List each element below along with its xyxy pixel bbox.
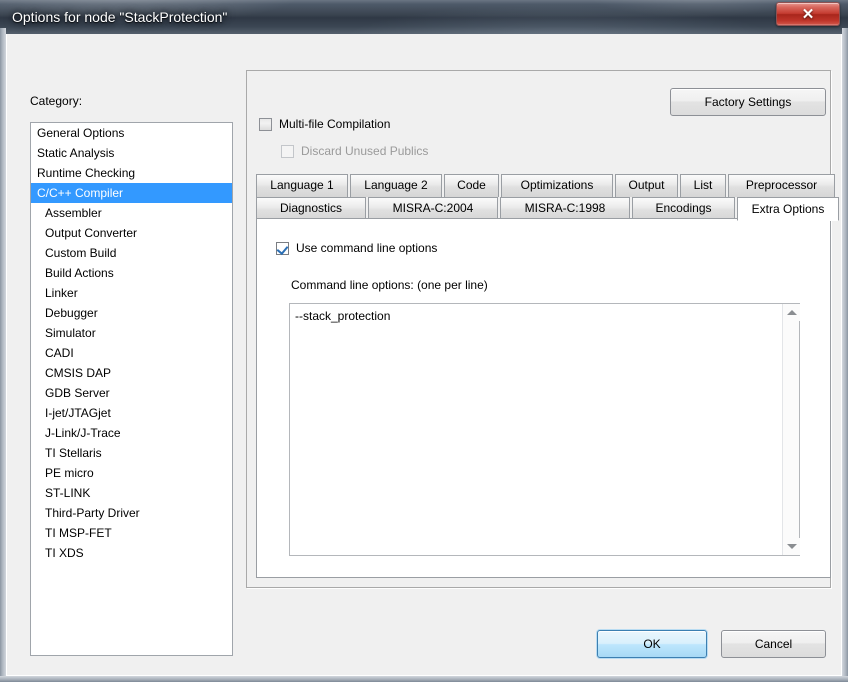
window-title: Options for node "StackProtection" <box>12 9 228 25</box>
tab-language-1[interactable]: Language 1 <box>256 174 348 197</box>
category-item[interactable]: Linker <box>31 283 232 303</box>
tab-language-2[interactable]: Language 2 <box>350 174 442 197</box>
category-item[interactable]: Debugger <box>31 303 232 323</box>
tab-extra-options[interactable]: Extra Options <box>737 197 839 221</box>
use-command-line-options-label: Use command line options <box>296 241 438 255</box>
tab-row-1: Language 1 Language 2 Code Optimizations Out… <box>256 174 837 197</box>
command-line-options-label: Command line options: (one per line) <box>291 278 488 292</box>
tab-output[interactable]: Output <box>615 174 678 197</box>
checkbox-box <box>281 144 294 158</box>
category-item[interactable]: Third-Party Driver <box>31 503 232 523</box>
category-item[interactable]: CADI <box>31 343 232 363</box>
discard-unused-publics-label: Discard Unused Publics <box>301 144 429 158</box>
category-item[interactable]: TI MSP-FET <box>31 523 232 543</box>
category-item[interactable]: Custom Build <box>31 243 232 263</box>
tab-list[interactable]: List <box>680 174 726 197</box>
tab-optimizations[interactable]: Optimizations <box>501 174 613 197</box>
cancel-button[interactable]: Cancel <box>721 630 826 658</box>
category-item[interactable]: C/C++ Compiler <box>31 183 232 203</box>
category-list[interactable]: General Options Static Analysis Runtime Ch… <box>30 122 233 656</box>
tab-diagnostics[interactable]: Diagnostics <box>256 197 366 220</box>
category-item[interactable]: GDB Server <box>31 383 232 403</box>
tab-row-2: Diagnostics MISRA-C:2004 MISRA-C:1998 Encod… <box>256 197 841 221</box>
close-button[interactable]: ✕ <box>776 2 840 26</box>
tab-misra-c-2004[interactable]: MISRA-C:2004 <box>368 197 498 220</box>
options-dialog: Options for node "StackProtection" ✕ Cat… <box>0 0 848 682</box>
multi-file-compilation-label: Multi-file Compilation <box>279 117 391 131</box>
tab-code[interactable]: Code <box>444 174 499 197</box>
window-frame-bottom <box>0 676 848 682</box>
textarea-scrollbar[interactable] <box>782 304 800 555</box>
category-item[interactable]: CMSIS DAP <box>31 363 232 383</box>
window-titlebar[interactable]: Options for node "StackProtection" ✕ <box>0 0 848 34</box>
category-label: Category: <box>30 94 83 108</box>
category-item[interactable]: Simulator <box>31 323 232 343</box>
multi-file-compilation-checkbox[interactable]: Multi-file Compilation <box>259 117 390 131</box>
scroll-up-button[interactable] <box>783 304 800 321</box>
command-line-options-textarea[interactable]: --stack_protection <box>289 303 800 556</box>
category-item[interactable]: Output Converter <box>31 223 232 243</box>
tab-encodings[interactable]: Encodings <box>632 197 735 220</box>
category-item[interactable]: Assembler <box>31 203 232 223</box>
close-icon: ✕ <box>801 5 815 23</box>
category-item[interactable]: PE micro <box>31 463 232 483</box>
window-frame-right <box>842 28 848 682</box>
category-item[interactable]: Runtime Checking <box>31 163 232 183</box>
compiler-tab-strip: Language 1 Language 2 Code Optimizations Out… <box>256 174 839 221</box>
category-item[interactable]: TI Stellaris <box>31 443 232 463</box>
discard-unused-publics-checkbox: Discard Unused Publics <box>281 144 428 158</box>
command-line-options-value: --stack_protection <box>295 309 391 323</box>
category-item[interactable]: I-jet/JTAGjet <box>31 403 232 423</box>
scroll-down-button[interactable] <box>783 538 800 555</box>
tab-misra-c-1998[interactable]: MISRA-C:1998 <box>500 197 630 220</box>
triangle-down-icon <box>786 544 797 549</box>
tab-preprocessor[interactable]: Preprocessor <box>728 174 835 197</box>
checkbox-box <box>259 117 272 131</box>
checkbox-box-checked <box>276 241 289 255</box>
category-item[interactable]: TI XDS <box>31 543 232 563</box>
ok-button[interactable]: OK <box>597 630 707 658</box>
factory-settings-button[interactable]: Factory Settings <box>670 88 826 116</box>
category-item[interactable]: Build Actions <box>31 263 232 283</box>
triangle-up-icon <box>786 310 797 315</box>
category-item[interactable]: General Options <box>31 123 232 143</box>
category-item[interactable]: J-Link/J-Trace <box>31 423 232 443</box>
use-command-line-options-checkbox[interactable]: Use command line options <box>276 241 437 255</box>
category-item[interactable]: ST-LINK <box>31 483 232 503</box>
category-item[interactable]: Static Analysis <box>31 143 232 163</box>
